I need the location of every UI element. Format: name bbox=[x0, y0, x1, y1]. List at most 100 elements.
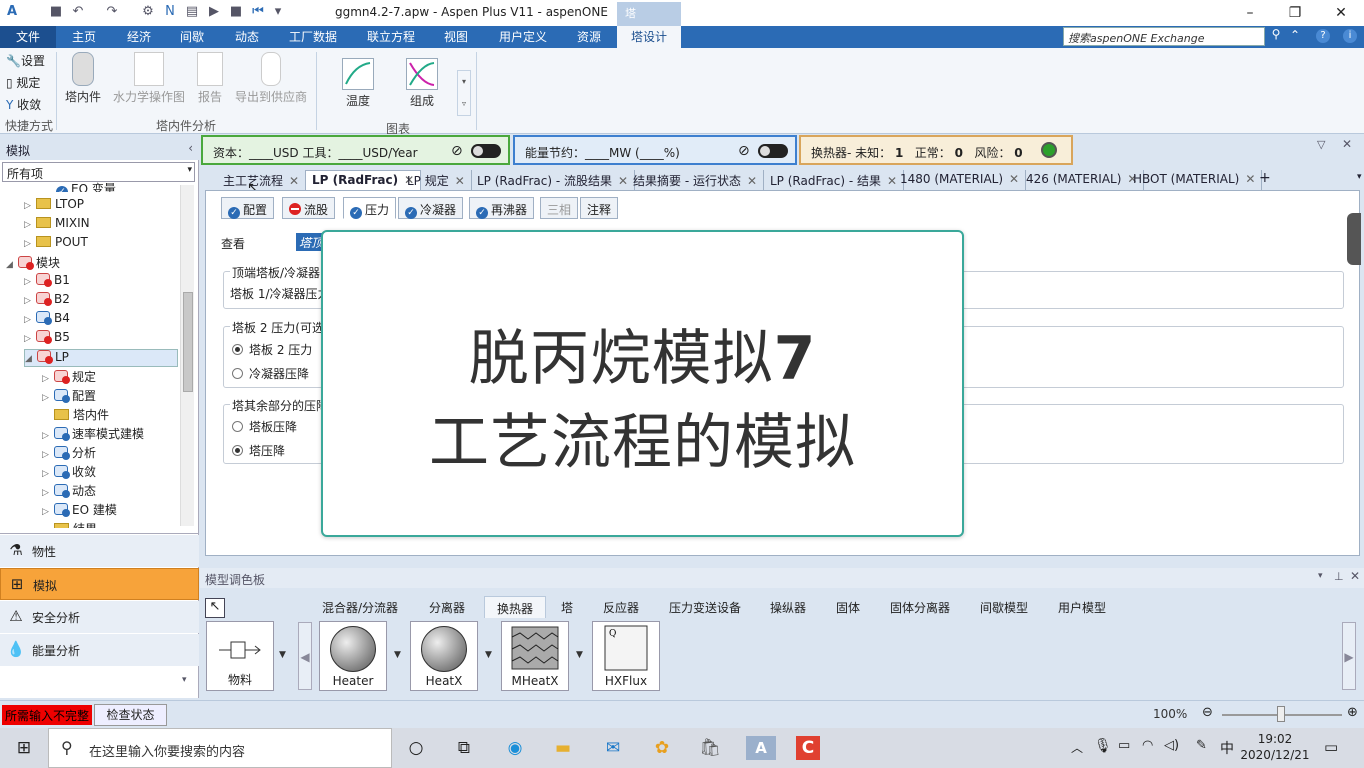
tab-lp-results[interactable]: LP (RadFrac) - 结果 ✕ bbox=[764, 170, 905, 190]
tree-item-results[interactable]: 结果 bbox=[54, 520, 97, 528]
cost-panel[interactable]: 资本：____USD 工具：____USD/Year ⊘ bbox=[201, 135, 510, 165]
hydraulic-plot-button[interactable]: 水力学操作图 bbox=[112, 52, 186, 105]
help-icon[interactable]: ? bbox=[1316, 29, 1330, 43]
chart-gallery-scroll[interactable]: ▾ ▿ bbox=[457, 70, 471, 116]
tree-item-dynamics[interactable]: ▷ 动态 bbox=[42, 482, 96, 500]
tree-item-b4[interactable]: ▷ B4 bbox=[24, 311, 70, 329]
ime-indicator[interactable]: 中 bbox=[1220, 738, 1234, 758]
cortana-icon[interactable]: ○ bbox=[404, 736, 428, 760]
store-icon[interactable]: 🛍 bbox=[698, 736, 722, 760]
column-drop-radio[interactable]: 塔压降 bbox=[232, 442, 285, 459]
palette-tab-separators[interactable]: 分离器 bbox=[429, 596, 465, 618]
redo-icon[interactable]: ↷ bbox=[104, 4, 120, 20]
aspen-logo-icon[interactable]: A bbox=[4, 4, 20, 20]
palette-tab-reactors[interactable]: 反应器 bbox=[603, 596, 639, 618]
zoom-slider-thumb[interactable] bbox=[1277, 706, 1285, 722]
close-button[interactable]: ✕ bbox=[1331, 3, 1351, 23]
cost-toggle[interactable] bbox=[471, 144, 501, 158]
tab-lp-stream-results[interactable]: LP (RadFrac) - 流股结果 ✕ bbox=[471, 170, 636, 190]
tab-list-icon[interactable]: ▾ bbox=[1351, 170, 1364, 190]
stop-icon[interactable]: ■ bbox=[228, 4, 244, 20]
select-mode-icon[interactable]: ↖ bbox=[205, 598, 225, 618]
palette-tab-solids-separators[interactable]: 固体分离器 bbox=[890, 596, 950, 618]
composition-chart-button[interactable]: 组成 bbox=[404, 58, 440, 109]
tray-internals-button[interactable]: 塔内件 bbox=[62, 52, 104, 105]
heater-dropdown-icon[interactable]: ▼ bbox=[394, 650, 401, 660]
next-icon[interactable]: ⚙ bbox=[140, 4, 156, 20]
tree-item-lp-config[interactable]: ▷ 配置 bbox=[42, 387, 96, 405]
stage2-pressure-radio[interactable]: 塔板 2 压力 bbox=[232, 341, 312, 358]
tab-lp-spec[interactable]: LP 规定 ✕ bbox=[401, 170, 472, 190]
zoom-in-icon[interactable]: ⊕ bbox=[1347, 705, 1358, 720]
menu-economics[interactable]: 经济 bbox=[121, 26, 157, 48]
menu-column-design[interactable]: 塔设计 bbox=[617, 26, 681, 48]
tab-stream-426[interactable]: 426 (MATERIAL) ✕ bbox=[1020, 170, 1145, 190]
setup-button[interactable]: 🔧设置 bbox=[6, 52, 45, 69]
tray-chevron-icon[interactable]: ︿ bbox=[1071, 739, 1083, 756]
tree-item-analysis[interactable]: ▷ 分析 bbox=[42, 444, 96, 462]
mheatx-dropdown-icon[interactable]: ▼ bbox=[576, 650, 583, 660]
tree-item-blocks[interactable]: ◢ 模块 bbox=[6, 254, 60, 272]
palette-tab-batch-models[interactable]: 间歇模型 bbox=[980, 596, 1028, 618]
palette-scroll-left[interactable]: ◀ bbox=[298, 622, 312, 690]
subtab-config[interactable]: ✓ 配置 bbox=[221, 197, 275, 219]
hx-risk-panel[interactable]: 换热器- 未知： 1 正常： 0 风险： 0 bbox=[799, 135, 1073, 165]
subtab-reboiler[interactable]: ✓ 再沸器 bbox=[469, 197, 535, 219]
nav-section-simulation[interactable]: ⊞ 模拟 bbox=[0, 568, 199, 600]
palette-item-hxflux[interactable]: Q HXFlux bbox=[592, 621, 660, 691]
tree-item-eo-variables[interactable]: ✓ EO 变量 bbox=[56, 180, 116, 192]
palette-tab-exchangers[interactable]: 换热器 bbox=[484, 596, 547, 618]
tree-item-mixin[interactable]: ▷ MIXIN bbox=[24, 216, 90, 234]
search-icon[interactable]: ⚲ bbox=[1266, 27, 1286, 46]
tree-item-convergence[interactable]: ▷ 收敛 bbox=[42, 463, 96, 481]
info-icon[interactable]: i bbox=[1343, 29, 1357, 43]
spec-button[interactable]: ▯ 规定 bbox=[6, 74, 40, 91]
play-icon[interactable]: ▶ bbox=[206, 4, 222, 20]
palette-scroll-right[interactable]: ▶ bbox=[1342, 622, 1356, 690]
save-icon[interactable]: ■ bbox=[48, 4, 64, 20]
restore-button[interactable]: ❐ bbox=[1285, 3, 1305, 23]
palette-tab-user-models[interactable]: 用户模型 bbox=[1058, 596, 1106, 618]
palette-tab-mixers[interactable]: 混合器/分流器 bbox=[322, 596, 398, 618]
microphone-icon[interactable]: 🎙 bbox=[1094, 738, 1112, 754]
heatx-dropdown-icon[interactable]: ▼ bbox=[485, 650, 492, 660]
convergence-button[interactable]: Y 收敛 bbox=[6, 96, 41, 113]
palette-tab-columns[interactable]: 塔 bbox=[561, 596, 573, 618]
nav-section-safety[interactable]: ⚠ 安全分析 bbox=[0, 601, 199, 633]
palette-tab-pressure-changers[interactable]: 压力变送设备 bbox=[669, 596, 741, 618]
minimize-button[interactable]: – bbox=[1240, 3, 1260, 23]
wifi-icon[interactable]: ◠ bbox=[1142, 738, 1153, 753]
menu-view[interactable]: 视图 bbox=[438, 26, 474, 48]
navigation-filter-select[interactable]: 所有项 ▾ bbox=[2, 162, 195, 182]
tab-main-flowsheet[interactable]: 主工艺流程 ✕ bbox=[217, 170, 307, 190]
subtab-condenser[interactable]: ✓ 冷凝器 bbox=[398, 197, 464, 219]
subtab-comments[interactable]: 注释 bbox=[580, 197, 619, 219]
tree-item-rate-based[interactable]: ▷ 速率模式建模 bbox=[42, 425, 144, 443]
menu-equation-oriented[interactable]: 联立方程 bbox=[361, 26, 421, 48]
nav-section-properties[interactable]: ⚗ 物性 bbox=[0, 535, 199, 567]
reset-icon[interactable]: ⏮ bbox=[250, 4, 266, 20]
tree-item-lp[interactable]: ◢ LP bbox=[24, 349, 178, 367]
taskbar-search-box[interactable]: ⚲ 在这里输入你要搜索的内容 bbox=[48, 728, 392, 768]
pin-icon[interactable]: ⊥ bbox=[1334, 570, 1344, 583]
subtab-streams[interactable]: 流股 bbox=[282, 197, 336, 219]
tree-item-b5[interactable]: ▷ B5 bbox=[24, 330, 70, 348]
required-input-status[interactable]: 所需输入不完整 bbox=[2, 705, 93, 725]
palette-item-heatx[interactable]: HeatX bbox=[410, 621, 478, 691]
hx-status-icon[interactable] bbox=[1041, 142, 1057, 158]
palette-item-mheatx[interactable]: MHeatX bbox=[501, 621, 569, 691]
tree-item-b2[interactable]: ▷ B2 bbox=[24, 292, 70, 310]
zoom-out-icon[interactable]: ⊖ bbox=[1202, 705, 1213, 720]
pane-close-icon[interactable]: ✕ bbox=[1342, 137, 1352, 151]
collapse-pane-icon[interactable]: ‹ bbox=[188, 141, 193, 155]
subtab-pressure[interactable]: ✓ 压力 bbox=[343, 197, 397, 219]
nav-section-energy[interactable]: 💧 能量分析 bbox=[0, 634, 199, 666]
export-vendor-button[interactable]: 导出到供应商 bbox=[234, 52, 308, 105]
palette-close-icon[interactable]: ✕ bbox=[1350, 569, 1360, 583]
collapse-ribbon-icon[interactable]: ⌃ bbox=[1290, 28, 1300, 42]
palette-item-heater[interactable]: Heater bbox=[319, 621, 387, 691]
menu-customize[interactable]: 用户定义 bbox=[493, 26, 553, 48]
tree-item-lp-internals[interactable]: 塔内件 bbox=[54, 406, 109, 424]
tree-item-ltop[interactable]: ▷ LTOP bbox=[24, 197, 84, 215]
menu-batch[interactable]: 间歇 bbox=[174, 26, 210, 48]
